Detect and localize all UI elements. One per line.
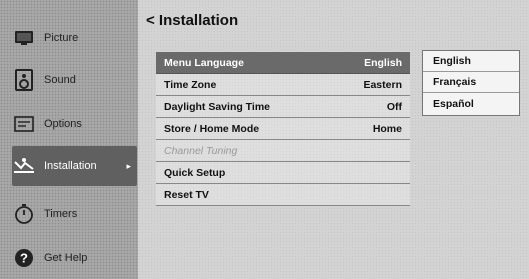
help-icon: ? xyxy=(12,246,36,270)
language-option-english[interactable]: English xyxy=(423,51,519,72)
sidebar-item-label: Get Help xyxy=(44,252,88,264)
row-label: Time Zone xyxy=(164,78,217,91)
sidebar-item-sound[interactable]: Sound xyxy=(12,62,132,98)
row-label: Menu Language xyxy=(164,56,244,69)
language-option-francais[interactable]: Français xyxy=(423,72,519,93)
row-value: English xyxy=(364,56,402,69)
settings-menu: Menu Language English Time Zone Eastern … xyxy=(156,52,410,206)
language-submenu: English Français Español xyxy=(422,50,520,116)
menu-row-time-zone[interactable]: Time Zone Eastern xyxy=(156,74,410,96)
svg-text:?: ? xyxy=(20,251,28,266)
sidebar-item-label: Options xyxy=(44,118,82,130)
sidebar-item-label: Picture xyxy=(44,32,79,44)
menu-row-channel-tuning: Channel Tuning xyxy=(156,140,410,162)
sidebar-item-get-help[interactable]: ? Get Help xyxy=(12,240,132,276)
row-label: Reset TV xyxy=(164,188,209,201)
options-icon xyxy=(12,112,36,136)
sidebar-item-label: Sound xyxy=(44,74,76,86)
timer-icon xyxy=(12,202,36,226)
tv-icon xyxy=(12,26,36,50)
sidebar: Picture Sound Options Installation ▸ Tim… xyxy=(0,0,138,279)
page-title[interactable]: < Installation xyxy=(146,12,238,29)
menu-row-reset-tv[interactable]: Reset TV xyxy=(156,184,410,206)
row-label: Channel Tuning xyxy=(164,144,238,157)
sidebar-item-installation[interactable]: Installation ▸ xyxy=(12,146,137,186)
menu-row-quick-setup[interactable]: Quick Setup xyxy=(156,162,410,184)
row-label: Quick Setup xyxy=(164,166,226,179)
row-value: Off xyxy=(386,100,402,113)
row-value: Eastern xyxy=(363,78,402,91)
sidebar-item-label: Timers xyxy=(44,208,78,220)
sidebar-item-timers[interactable]: Timers xyxy=(12,196,132,232)
row-label: Store / Home Mode xyxy=(164,122,260,135)
sidebar-item-picture[interactable]: Picture xyxy=(12,20,132,56)
chevron-right-icon: ▸ xyxy=(126,160,131,171)
menu-row-daylight-saving-time[interactable]: Daylight Saving Time Off xyxy=(156,96,410,118)
row-label: Daylight Saving Time xyxy=(164,100,270,113)
speaker-icon xyxy=(12,68,36,92)
sidebar-item-label: Installation xyxy=(44,160,97,172)
sidebar-item-options[interactable]: Options xyxy=(12,106,132,142)
language-option-espanol[interactable]: Español xyxy=(423,93,519,114)
menu-row-menu-language[interactable]: Menu Language English xyxy=(156,52,410,74)
row-value: Home xyxy=(372,122,402,135)
menu-row-store-home-mode[interactable]: Store / Home Mode Home xyxy=(156,118,410,140)
installation-icon xyxy=(12,154,36,178)
